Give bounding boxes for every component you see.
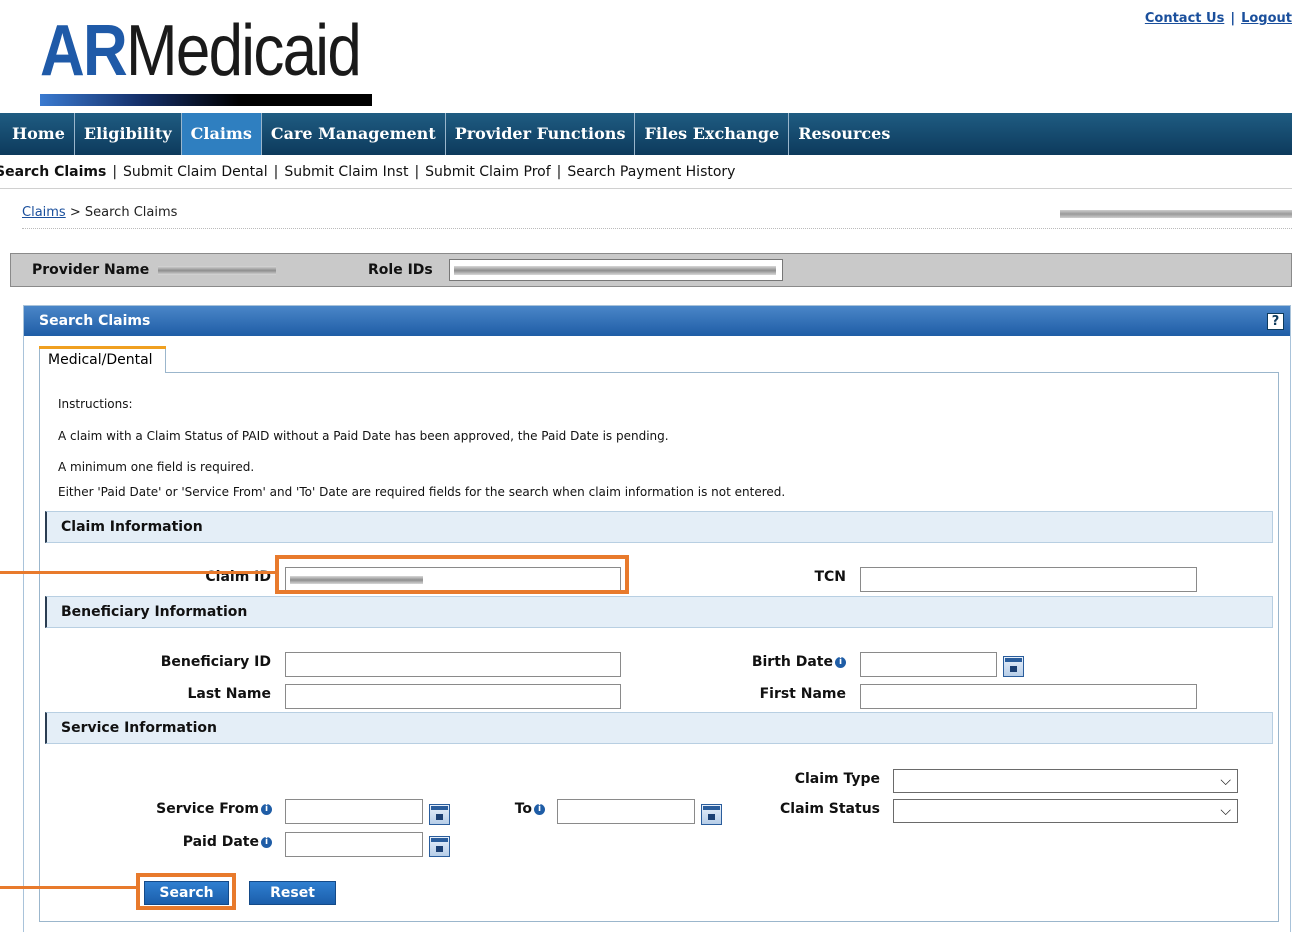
tab-content: Instructions: A claim with a Claim Statu…	[39, 372, 1279, 922]
tcn-input[interactable]	[860, 567, 1197, 592]
service-information-header: Service Information	[45, 712, 1273, 744]
first-name-input[interactable]	[860, 684, 1197, 709]
info-icon[interactable]: i	[261, 803, 272, 815]
search-button-highlight	[136, 873, 236, 910]
help-icon[interactable]: ?	[1267, 313, 1284, 330]
subnav-divider	[0, 188, 1292, 189]
role-ids-label: Role IDs	[368, 262, 433, 278]
armedicaid-logo: ARMedicaid	[40, 10, 380, 110]
breadcrumb-claims-link[interactable]: Claims	[22, 205, 66, 220]
breadcrumb-current: Search Claims	[84, 205, 178, 220]
subnav-submit-claim-dental[interactable]: Submit Claim Dental	[123, 164, 268, 180]
calendar-icon[interactable]	[429, 836, 450, 857]
claim-id-highlight	[275, 555, 629, 594]
paid-date-input[interactable]	[285, 832, 423, 857]
subnav-separator: |	[414, 164, 420, 180]
provider-bar: Provider Name Role IDs	[10, 253, 1292, 287]
birth-date-label: Birth Date	[751, 654, 833, 670]
nav-claims[interactable]: Claims	[181, 113, 262, 155]
main-nav: Home Eligibility Claims Care Management …	[0, 113, 1292, 155]
logout-link[interactable]: Logout	[1241, 11, 1292, 26]
birth-date-label-wrap: Birth Date i	[720, 654, 846, 670]
reset-button[interactable]: Reset	[249, 881, 336, 905]
info-icon[interactable]: i	[261, 836, 272, 848]
logo-bar	[40, 94, 372, 106]
to-label-wrap: To i	[480, 801, 545, 817]
instructions-line-2: A minimum one field is required.	[58, 460, 255, 474]
to-date-input[interactable]	[557, 799, 695, 824]
redacted-user-info	[1060, 210, 1292, 218]
top-links: Contact Us | Logout	[1145, 11, 1292, 26]
tcn-label: TCN	[814, 569, 846, 585]
claim-type-label: Claim Type	[794, 771, 880, 787]
role-ids-select[interactable]	[449, 259, 783, 281]
breadcrumb-divider	[22, 228, 1292, 229]
subnav-separator: |	[556, 164, 562, 180]
last-name-input[interactable]	[285, 684, 621, 709]
claim-status-label: Claim Status	[780, 801, 880, 817]
redacted-role-ids	[454, 266, 776, 275]
last-name-label: Last Name	[187, 686, 271, 702]
instructions-line-1: A claim with a Claim Status of PAID with…	[58, 429, 669, 443]
breadcrumb: Claims > Search Claims	[22, 205, 177, 220]
search-callout-line	[0, 886, 138, 889]
calendar-icon[interactable]	[429, 804, 450, 825]
birth-date-input[interactable]	[860, 652, 997, 677]
logo-medicaid-text: Medicaid	[126, 11, 362, 91]
beneficiary-id-input[interactable]	[285, 652, 621, 677]
service-from-label: Service From	[156, 801, 259, 817]
breadcrumb-separator: >	[69, 205, 81, 220]
service-from-input[interactable]	[285, 799, 423, 824]
panel-title: Search Claims	[39, 313, 151, 329]
subnav-separator: |	[273, 164, 279, 180]
info-icon[interactable]: i	[534, 803, 545, 815]
nav-care-management[interactable]: Care Management	[262, 113, 446, 155]
nav-eligibility[interactable]: Eligibility	[75, 113, 182, 155]
paid-date-label-wrap: Paid Date i	[120, 834, 272, 850]
calendar-icon[interactable]	[701, 804, 722, 825]
search-claims-panel: Search Claims ? Medical/Dental Instructi…	[23, 305, 1291, 932]
calendar-icon[interactable]	[1003, 656, 1024, 677]
claim-id-callout-line	[0, 571, 277, 574]
provider-name-label: Provider Name	[32, 262, 150, 278]
tab-medical-dental[interactable]: Medical/Dental	[39, 346, 166, 373]
panel-header: Search Claims ?	[24, 306, 1290, 336]
nav-provider-functions[interactable]: Provider Functions	[446, 113, 636, 155]
service-from-label-wrap: Service From i	[120, 801, 272, 817]
nav-resources[interactable]: Resources	[789, 113, 899, 155]
info-icon[interactable]: i	[835, 656, 846, 668]
first-name-label: First Name	[759, 686, 846, 702]
beneficiary-id-label: Beneficiary ID	[160, 654, 271, 670]
subnav-submit-claim-prof[interactable]: Submit Claim Prof	[425, 164, 550, 180]
contact-us-link[interactable]: Contact Us	[1145, 11, 1224, 26]
chevron-down-icon: ⌵	[1220, 773, 1231, 789]
claim-status-select[interactable]: ⌵	[893, 799, 1238, 823]
claim-information-header: Claim Information	[45, 511, 1273, 543]
sub-nav: Search Claims | Submit Claim Dental | Submit…	[0, 157, 735, 187]
beneficiary-information-header: Beneficiary Information	[45, 596, 1273, 628]
top-links-separator: |	[1230, 11, 1236, 26]
paid-date-label: Paid Date	[182, 834, 259, 850]
subnav-search-payment-history[interactable]: Search Payment History	[567, 164, 735, 180]
to-label: To	[514, 801, 532, 817]
instructions-heading: Instructions:	[58, 397, 133, 411]
subnav-separator: |	[112, 164, 118, 180]
nav-home[interactable]: Home	[0, 113, 75, 155]
instructions-line-3: Either 'Paid Date' or 'Service From' and…	[58, 485, 786, 499]
chevron-down-icon: ⌵	[1220, 803, 1231, 819]
subnav-search-claims[interactable]: Search Claims	[0, 164, 106, 180]
claim-type-select[interactable]: ⌵	[893, 769, 1238, 793]
redacted-provider-name	[158, 266, 276, 275]
logo-ar-text: AR	[40, 11, 128, 91]
subnav-submit-claim-inst[interactable]: Submit Claim Inst	[284, 164, 408, 180]
nav-files-exchange[interactable]: Files Exchange	[635, 113, 790, 155]
